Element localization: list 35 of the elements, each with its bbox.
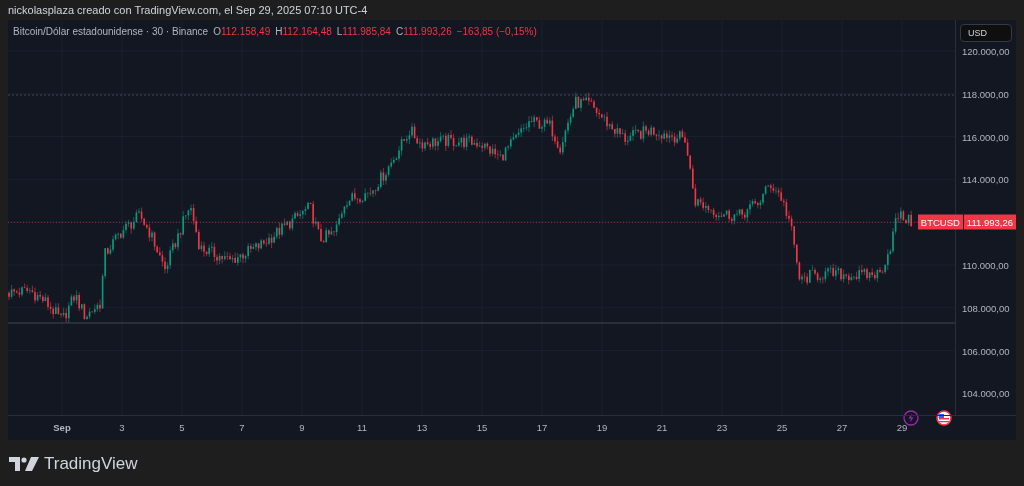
currency-button[interactable]: USD <box>960 24 1012 42</box>
ohlc-value: O112.158,49 <box>213 26 271 37</box>
chart-attribution: nickolasplaza creado con TradingView.com, el Sep 29, 2025 07:10 UTC-4 <box>7 3 369 18</box>
price-label: 114.000,00 <box>962 173 1009 185</box>
logo-text: TradingView <box>44 454 138 474</box>
date-label: 27 <box>836 422 848 433</box>
date-label: 17 <box>536 422 548 433</box>
price-label: 116.000,00 <box>962 131 1009 143</box>
date-label: 19 <box>596 422 608 433</box>
ohlc-value: C111.993,26 <box>395 26 452 37</box>
last-price-tag: 111.993,26 <box>963 214 1016 230</box>
date-label: 15 <box>476 422 488 433</box>
date-label: Sep <box>53 422 71 433</box>
ohlc-value: H112.164,48 <box>275 26 332 37</box>
ohlc-value: L111.985,84 <box>336 26 391 37</box>
price-change: −163,85 (−0,15%) <box>456 26 537 37</box>
date-label: 13 <box>416 422 428 433</box>
date-label: 11 <box>357 422 367 433</box>
price-label: 108.000,00 <box>962 302 1010 314</box>
date-label: 29 <box>896 422 908 433</box>
price-label: 104.000,00 <box>962 387 1010 399</box>
date-label: 25 <box>776 422 788 433</box>
price-label: 118.000,00 <box>962 88 1009 100</box>
price-label: 110.000,00 <box>962 259 1009 271</box>
date-label: 23 <box>716 422 728 433</box>
symbol-title: Bitcoin/Dólar estadounidense · 30 · Binance <box>13 26 209 37</box>
date-label: 5 <box>179 422 185 433</box>
price-label: 120.000,00 <box>962 45 1010 57</box>
date-label: 3 <box>119 422 125 433</box>
date-label: 9 <box>299 422 305 433</box>
date-label: 7 <box>239 422 245 433</box>
date-label: 21 <box>656 422 668 433</box>
price-label: 106.000,00 <box>962 345 1010 357</box>
time-axis[interactable]: Sep 3 5 7 9 11 13 15 17 19 21 23 25 27 29 <box>8 415 1016 440</box>
symbol-tag: BTCUSD <box>917 214 963 230</box>
